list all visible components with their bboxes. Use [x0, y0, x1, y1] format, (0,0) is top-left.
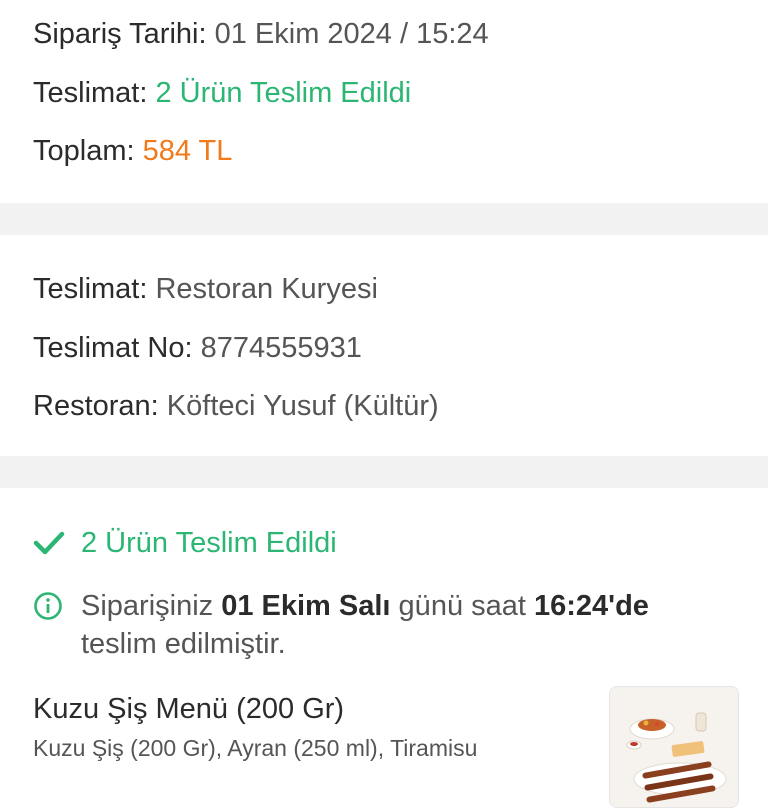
delivery-status-value: 2 Ürün Teslim Edildi — [155, 77, 412, 109]
delivery-info-section: Teslimat: Restoran Kuryesi Teslimat No: … — [0, 235, 768, 456]
product-image[interactable] — [609, 686, 739, 808]
delivery-method-value: Restoran Kuryesi — [155, 273, 378, 305]
section-divider — [0, 456, 768, 488]
note-time: 16:24'de — [534, 590, 649, 622]
order-summary-section: Sipariş Tarihi: 01 Ekim 2024 / 15:24 Tes… — [0, 0, 768, 203]
delivery-label: Teslimat: — [33, 77, 148, 109]
restaurant-label: Restoran: — [33, 390, 159, 422]
check-icon — [33, 531, 65, 555]
delivery-info-note: Siparişiniz 01 Ekim Salı günü saat 16:24… — [33, 587, 701, 663]
delivered-status: 2 Ürün Teslim Edildi — [33, 525, 337, 561]
total-row: Toplam: 584 TL — [33, 133, 232, 169]
food-photo — [610, 687, 738, 807]
note-prefix: Siparişiniz — [81, 590, 222, 622]
order-date-row: Sipariş Tarihi: 01 Ekim 2024 / 15:24 — [33, 16, 489, 52]
delivered-status-title: 2 Ürün Teslim Edildi — [81, 527, 337, 559]
delivery-method-row: Teslimat: Restoran Kuryesi — [33, 271, 378, 307]
note-date: 01 Ekim Salı — [221, 590, 391, 622]
note-suffix: teslim edilmiştir. — [81, 628, 286, 660]
restaurant-value: Köfteci Yusuf (Kültür) — [166, 390, 439, 422]
total-label: Toplam: — [33, 135, 135, 167]
order-date-label: Sipariş Tarihi: — [33, 18, 207, 50]
delivery-number-label: Teslimat No: — [33, 332, 193, 364]
restaurant-row: Restoran: Köfteci Yusuf (Kültür) — [33, 388, 439, 424]
delivery-method-label: Teslimat: — [33, 273, 148, 305]
order-date-value: 01 Ekim 2024 / 15:24 — [214, 18, 489, 50]
section-divider — [0, 203, 768, 235]
info-icon — [34, 592, 62, 620]
delivery-number-value: 8774555931 — [200, 332, 362, 364]
delivery-status-row: Teslimat: 2 Ürün Teslim Edildi — [33, 75, 411, 111]
note-middle: günü saat — [390, 590, 534, 622]
product-description: Kuzu Şiş (200 Gr), Ayran (250 ml), Tiram… — [33, 735, 478, 761]
delivery-number-row: Teslimat No: 8774555931 — [33, 330, 362, 366]
product-name[interactable]: Kuzu Şiş Menü (200 Gr) — [33, 693, 344, 726]
total-value: 584 TL — [142, 135, 233, 167]
delivery-note-text: Siparişiniz 01 Ekim Salı günü saat 16:24… — [81, 587, 701, 663]
